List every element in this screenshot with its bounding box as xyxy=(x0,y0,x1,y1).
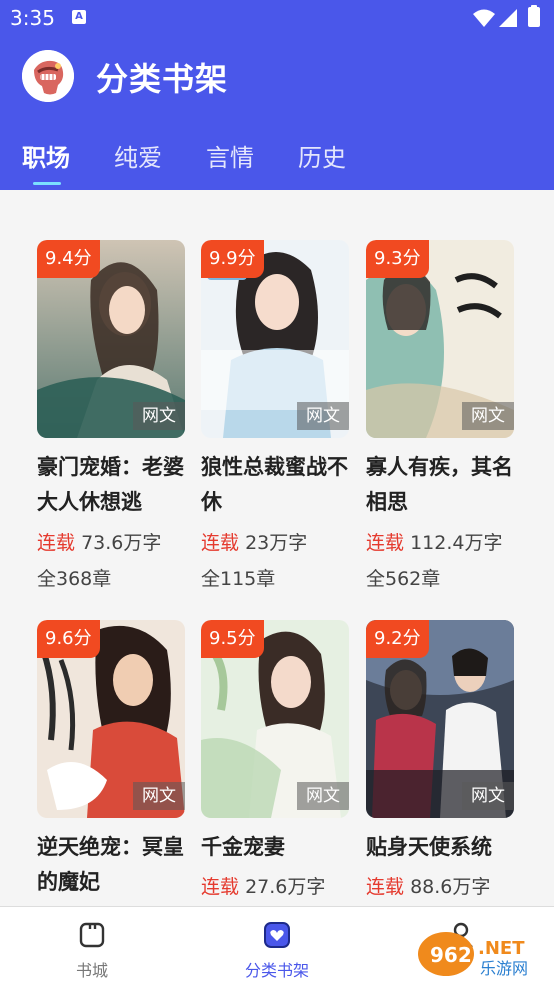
book-grid: 9.4分 网文 豪门宠婚：老婆大人休想逃 连载 73.6万字 全368章 9.9… xyxy=(0,190,554,906)
book-cover[interactable]: 9.2分 网文 xyxy=(366,620,514,818)
score-badge: 9.9分 xyxy=(201,240,264,278)
book-cover[interactable]: 9.5分 网文 xyxy=(201,620,349,818)
book-cover[interactable]: 9.9分 网文 xyxy=(201,240,349,438)
chapter-count: 全115章 xyxy=(201,568,276,590)
book-title[interactable]: 千金宠妻 xyxy=(201,830,351,865)
tab-chunai[interactable]: 纯爱 xyxy=(114,138,162,173)
book-stats: 连载 112.4万字 xyxy=(366,528,502,555)
book-stats: 连载 88.6万字 xyxy=(366,872,490,899)
score-badge: 9.4分 xyxy=(37,240,100,278)
word-count: 73.6万字 xyxy=(81,532,162,554)
chapter-count: 全368章 xyxy=(37,568,112,590)
signal-icon xyxy=(499,9,517,27)
svg-text:.NET: .NET xyxy=(478,938,525,959)
status-time: 3:35 xyxy=(10,6,55,30)
book-card[interactable]: 9.3分 网文 寡人有疾，其名相思 连载 112.4万字 全562章 xyxy=(366,240,516,600)
nav-bookstore[interactable]: 书城 xyxy=(17,907,167,984)
serial-status: 连载 xyxy=(366,532,405,554)
mascot-avatar-icon[interactable] xyxy=(22,50,74,102)
book-title[interactable]: 狼性总裁蜜战不休 xyxy=(201,450,351,520)
nav-label: 书城 xyxy=(75,961,108,980)
score-badge: 9.3分 xyxy=(366,240,429,278)
bookstore-icon xyxy=(79,922,105,948)
source-tag: 网文 xyxy=(133,782,185,810)
serial-status: 连载 xyxy=(366,876,405,898)
serial-status: 连载 xyxy=(37,532,76,554)
book-card[interactable]: 9.2分 网文 贴身天使系统 连载 88.6万字 xyxy=(366,620,516,906)
word-count: 27.6万字 xyxy=(245,876,326,898)
book-cover[interactable]: 9.3分 网文 xyxy=(366,240,514,438)
wifi-icon xyxy=(473,9,495,27)
score-badge: 9.6分 xyxy=(37,620,100,658)
book-title[interactable]: 寡人有疾，其名相思 xyxy=(366,450,516,520)
battery-icon xyxy=(528,5,540,27)
source-tag: 网文 xyxy=(133,402,185,430)
book-card[interactable]: 9.6分 网文 逆天绝宠：冥皇的魔妃 xyxy=(37,620,187,906)
word-count: 23万字 xyxy=(245,532,308,554)
status-bar: 3:35 A xyxy=(0,0,554,36)
active-tab-indicator xyxy=(33,182,61,185)
book-cover[interactable]: 9.4分 网文 xyxy=(37,240,185,438)
source-tag: 网文 xyxy=(297,402,349,430)
source-tag: 网文 xyxy=(297,782,349,810)
book-stats: 连载 23万字 xyxy=(201,528,307,555)
score-badge: 9.5分 xyxy=(201,620,264,658)
word-count: 112.4万字 xyxy=(410,532,503,554)
source-tag: 网文 xyxy=(462,782,514,810)
serial-status: 连载 xyxy=(201,876,240,898)
book-cover[interactable]: 9.6分 网文 xyxy=(37,620,185,818)
score-badge: 9.2分 xyxy=(366,620,429,658)
svg-text:962: 962 xyxy=(430,943,472,967)
bookshelf-icon xyxy=(264,922,290,948)
category-tabs: 职场 纯爱 言情 历史 xyxy=(0,134,554,190)
word-count: 88.6万字 xyxy=(410,876,491,898)
book-stats: 连载 27.6万字 xyxy=(201,872,325,899)
nav-label: 分类书架 xyxy=(244,961,309,980)
serial-status: 连载 xyxy=(201,532,240,554)
chapter-count: 全562章 xyxy=(366,568,441,590)
book-card[interactable]: 9.4分 网文 豪门宠婚：老婆大人休想逃 连载 73.6万字 全368章 xyxy=(37,240,187,600)
tab-lishi[interactable]: 历史 xyxy=(298,138,346,173)
tab-yanqing[interactable]: 言情 xyxy=(206,138,254,173)
book-stats: 连载 73.6万字 xyxy=(37,528,161,555)
page-title: 分类书架 xyxy=(96,60,229,98)
book-card[interactable]: 9.5分 网文 千金宠妻 连载 27.6万字 xyxy=(201,620,351,906)
book-title[interactable]: 贴身天使系统 xyxy=(366,830,516,865)
site-watermark-logo: 962 .NET 乐游网 xyxy=(418,932,528,978)
app-header: 3:35 A 分类书架 职场 纯爱 言情 历史 xyxy=(0,0,554,190)
svg-text:乐游网: 乐游网 xyxy=(480,959,528,978)
book-card[interactable]: 9.9分 网文 狼性总裁蜜战不休 连载 23万字 全115章 xyxy=(201,240,351,600)
source-tag: 网文 xyxy=(462,402,514,430)
tab-zhichang[interactable]: 职场 xyxy=(22,138,70,173)
book-title[interactable]: 逆天绝宠：冥皇的魔妃 xyxy=(37,830,187,900)
book-title[interactable]: 豪门宠婚：老婆大人休想逃 xyxy=(37,450,187,520)
sim-notification-icon: A xyxy=(72,10,86,24)
nav-bookshelf[interactable]: 分类书架 xyxy=(202,907,352,984)
